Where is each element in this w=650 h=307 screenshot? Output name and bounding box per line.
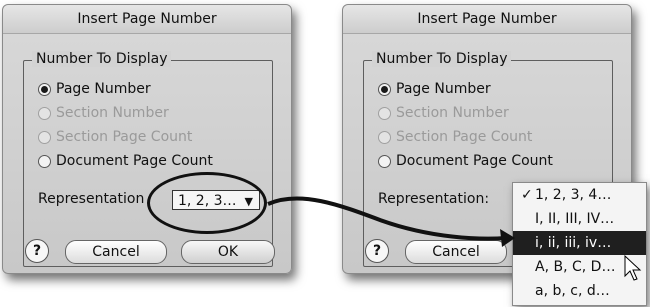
connector-arrow-icon — [267, 196, 642, 281]
